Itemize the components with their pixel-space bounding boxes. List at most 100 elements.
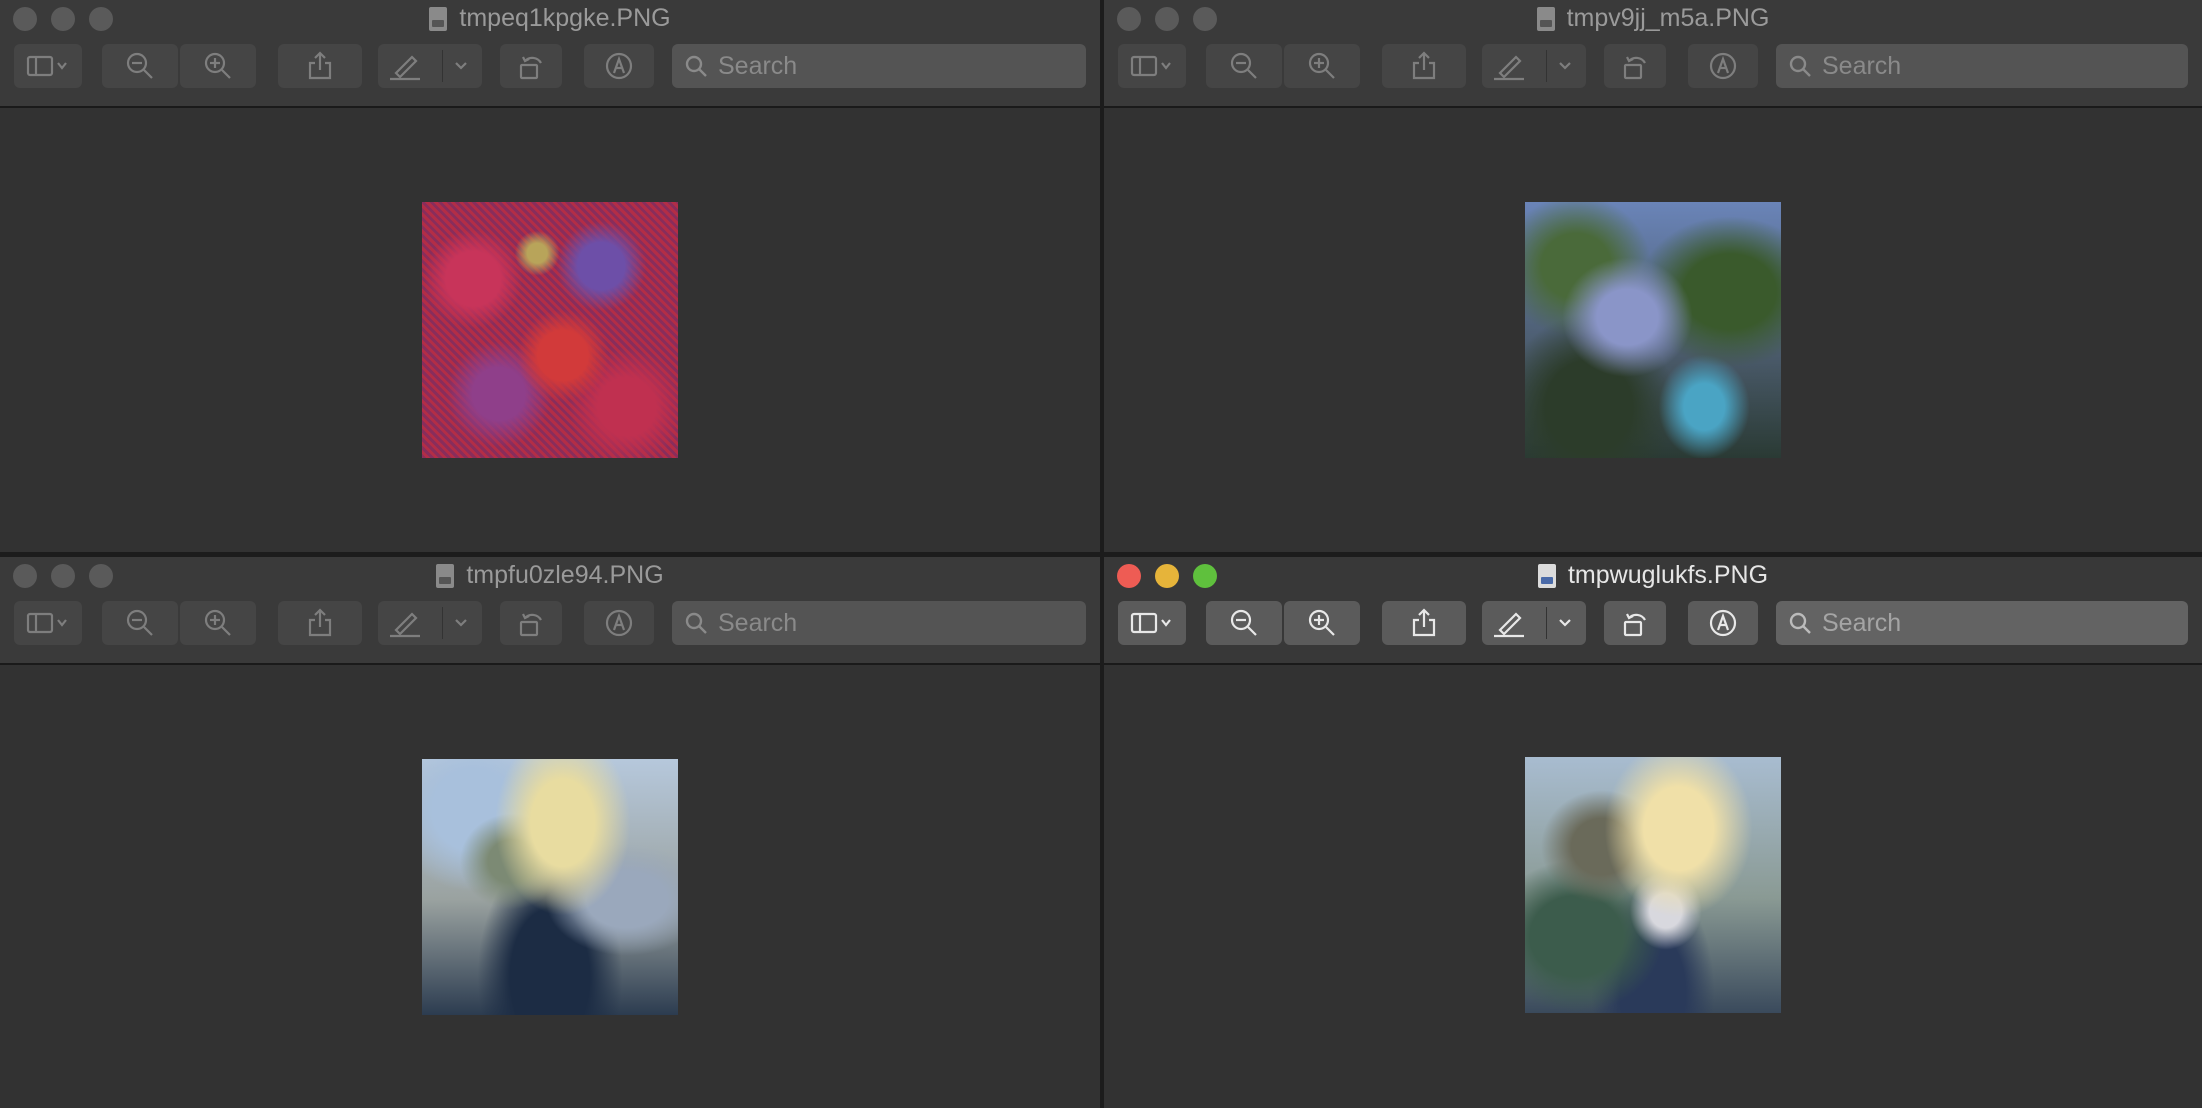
window-title-text: tmpwuglukfs.PNG [1567, 561, 1769, 589]
rotate-icon [519, 613, 542, 637]
title-bar[interactable]: tmpwuglukfs.PNG [1104, 557, 2202, 665]
annotate-button[interactable] [584, 601, 654, 645]
zoom-in-icon [1308, 609, 1335, 636]
search-field[interactable] [672, 44, 1086, 88]
sidebar-icon [1130, 55, 1171, 77]
share-icon [308, 608, 332, 637]
share-button[interactable] [278, 601, 362, 645]
toolbar [1104, 44, 2202, 90]
zoom-in-icon [204, 609, 231, 636]
sidebar-button[interactable] [1118, 44, 1186, 88]
share-button[interactable] [1382, 44, 1466, 88]
rotate-icon [519, 56, 542, 80]
zoom-out-icon [126, 52, 153, 79]
title-bar[interactable]: tmpfu0zle94.PNG [0, 557, 1100, 665]
preview-window-3[interactable]: tmpfu0zle94.PNG [0, 557, 1100, 1108]
search-field[interactable] [1776, 601, 2188, 645]
zoom-in-button[interactable] [1284, 601, 1360, 645]
markup-button[interactable] [1482, 601, 1586, 645]
window-title: tmpfu0zle94.PNG [0, 561, 1100, 590]
markup-button[interactable] [1482, 44, 1586, 88]
annotate-icon [605, 609, 633, 637]
annotate-icon [1709, 52, 1737, 80]
markup-pen-icon [1494, 55, 1571, 81]
annotate-button[interactable] [584, 44, 654, 88]
zoom-in-button[interactable] [180, 44, 256, 88]
annotate-icon [605, 52, 633, 80]
markup-pen-icon [390, 55, 467, 81]
search-icon [1789, 55, 1811, 77]
share-icon [1412, 51, 1436, 80]
window-title: tmpwuglukfs.PNG [1104, 561, 2202, 590]
search-icon [685, 612, 707, 634]
image-canvas [0, 108, 1100, 552]
search-input[interactable] [716, 50, 1086, 82]
sidebar-icon [1130, 612, 1171, 634]
image-canvas [0, 665, 1100, 1108]
search-field[interactable] [672, 601, 1086, 645]
markup-pen-icon [1494, 612, 1571, 638]
sidebar-icon [26, 55, 67, 77]
png-file-icon [1537, 563, 1556, 588]
annotate-icon [1709, 609, 1737, 637]
zoom-out-button[interactable] [102, 601, 178, 645]
window-title: tmpv9jj_m5a.PNG [1104, 4, 2202, 33]
rotate-button[interactable] [1604, 601, 1666, 645]
search-field[interactable] [1776, 44, 2188, 88]
rotate-button[interactable] [1604, 44, 1666, 88]
window-title-text: tmpfu0zle94.PNG [466, 561, 664, 589]
share-icon [1412, 608, 1436, 637]
window-title-text: tmpeq1kpgke.PNG [459, 4, 671, 32]
image-canvas [1104, 665, 2202, 1108]
search-input[interactable] [716, 607, 1086, 639]
search-icon [685, 55, 707, 77]
sidebar-button[interactable] [14, 601, 82, 645]
zoom-out-icon [1230, 609, 1257, 636]
share-button[interactable] [1382, 601, 1466, 645]
image-canvas [1104, 108, 2202, 552]
window-title-text: tmpv9jj_m5a.PNG [1566, 4, 1770, 32]
markup-pen-icon [390, 612, 467, 638]
zoom-in-icon [1308, 52, 1335, 79]
zoom-in-button[interactable] [180, 601, 256, 645]
zoom-in-button[interactable] [1284, 44, 1360, 88]
markup-button[interactable] [378, 44, 482, 88]
png-file-icon [1536, 6, 1555, 31]
search-input[interactable] [1820, 607, 2188, 639]
window-title: tmpeq1kpgke.PNG [0, 4, 1100, 33]
toolbar [1104, 601, 2202, 647]
zoom-out-button[interactable] [1206, 601, 1282, 645]
sidebar-icon [26, 612, 67, 634]
rotate-button[interactable] [500, 44, 562, 88]
rotate-button[interactable] [500, 601, 562, 645]
preview-window-2[interactable]: tmpv9jj_m5a.PNG [1104, 0, 2202, 552]
image-preview [422, 759, 678, 1015]
title-bar[interactable]: tmpeq1kpgke.PNG [0, 0, 1100, 108]
preview-window-4[interactable]: tmpwuglukfs.PNG [1104, 557, 2202, 1108]
share-icon [308, 51, 332, 80]
sidebar-button[interactable] [14, 44, 82, 88]
preview-window-1[interactable]: tmpeq1kpgke.PNG [0, 0, 1100, 552]
sidebar-button[interactable] [1118, 601, 1186, 645]
zoom-out-icon [126, 609, 153, 636]
toolbar [0, 601, 1100, 647]
zoom-out-button[interactable] [1206, 44, 1282, 88]
image-preview [422, 202, 678, 458]
annotate-button[interactable] [1688, 44, 1758, 88]
image-preview [1525, 202, 1781, 458]
png-file-icon [436, 563, 455, 588]
title-bar[interactable]: tmpv9jj_m5a.PNG [1104, 0, 2202, 108]
share-button[interactable] [278, 44, 362, 88]
annotate-button[interactable] [1688, 601, 1758, 645]
image-preview [1525, 757, 1781, 1013]
zoom-out-icon [1230, 52, 1257, 79]
toolbar [0, 44, 1100, 90]
rotate-icon [1623, 56, 1646, 80]
zoom-out-button[interactable] [102, 44, 178, 88]
search-input[interactable] [1820, 50, 2188, 82]
rotate-icon [1623, 613, 1646, 637]
zoom-in-icon [204, 52, 231, 79]
png-file-icon [429, 6, 448, 31]
markup-button[interactable] [378, 601, 482, 645]
search-icon [1789, 612, 1811, 634]
